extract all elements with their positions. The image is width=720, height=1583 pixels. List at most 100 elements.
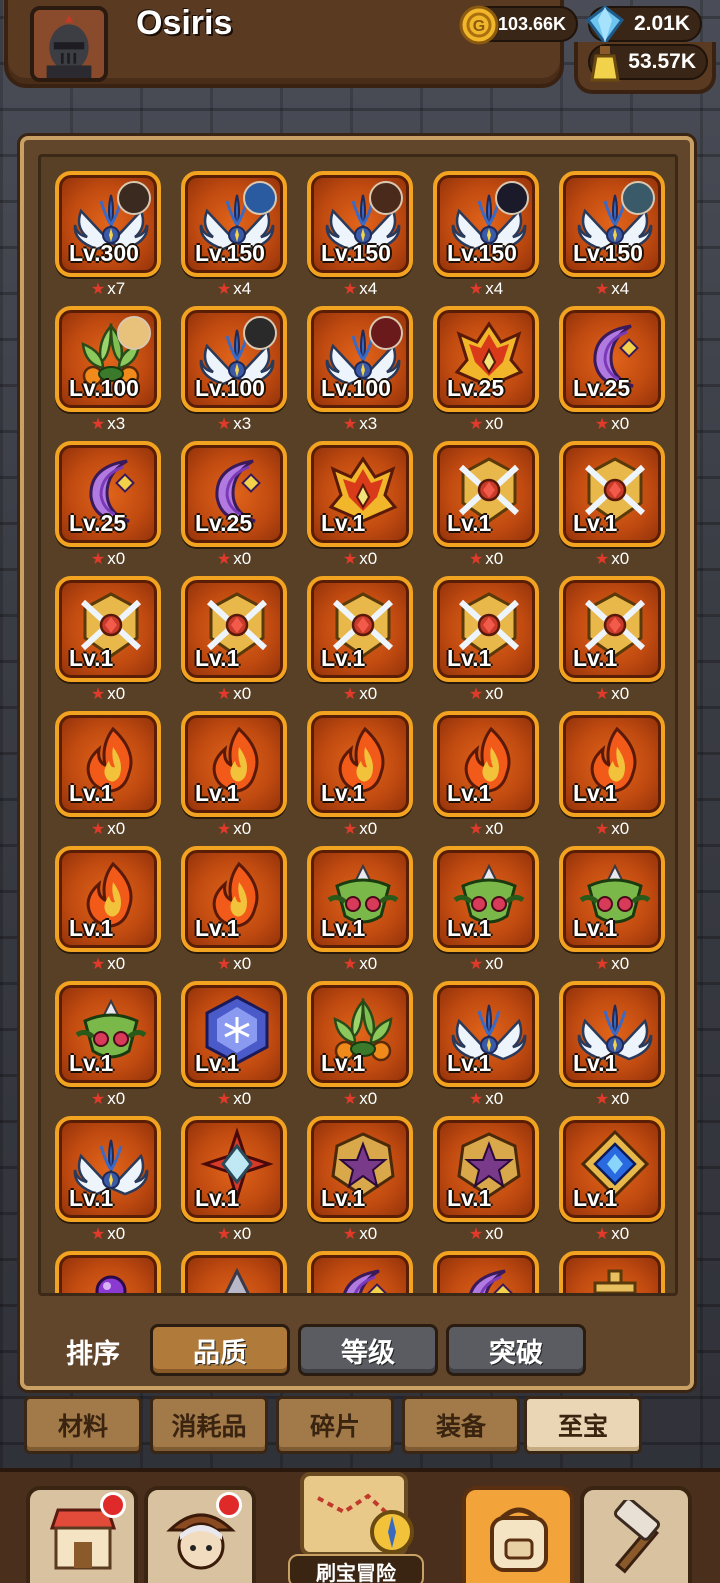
treasure-tile[interactable]: Lv.25 (433, 306, 539, 412)
treasure-tile[interactable]: Lv.1 (559, 711, 665, 817)
treasure-tile[interactable]: Lv.150 (559, 171, 665, 277)
treasure-item[interactable]: Lv.1 ★ x0 (307, 846, 413, 973)
treasure-tile[interactable]: Lv.1 (181, 1116, 287, 1222)
treasure-item[interactable]: Lv.1 ★ x0 (433, 981, 539, 1108)
nav-treasure-adventure[interactable]: 刷宝冒险 (258, 1472, 454, 1583)
treasure-item[interactable]: Lv.300 ★ x7 (55, 171, 161, 298)
treasure-item[interactable]: Lv.150 ★ x4 (433, 171, 539, 298)
treasure-tile[interactable]: Lv.1 (55, 846, 161, 952)
treasure-item[interactable]: Lv.100 ★ x3 (55, 306, 161, 433)
tab-consumables[interactable]: 消耗品 (150, 1396, 268, 1454)
treasure-item[interactable] (559, 1251, 665, 1293)
treasure-item[interactable] (181, 1251, 287, 1293)
gold-counter[interactable]: G 103.66K (459, 5, 578, 45)
tab-equipment[interactable]: 装备 (402, 1396, 520, 1454)
treasure-item[interactable]: Lv.1 ★ x0 (559, 981, 665, 1108)
treasure-tile[interactable]: Lv.1 (55, 576, 161, 682)
treasure-item[interactable]: Lv.150 ★ x4 (307, 171, 413, 298)
treasure-tile[interactable]: Lv.1 (181, 846, 287, 952)
tab-materials[interactable]: 材料 (24, 1396, 142, 1454)
treasure-item[interactable]: Lv.1 ★ x0 (433, 441, 539, 568)
treasure-item[interactable]: Lv.1 ★ x0 (559, 711, 665, 838)
treasure-item[interactable]: Lv.1 ★ x0 (559, 576, 665, 703)
treasure-tile[interactable]: Lv.1 (559, 441, 665, 547)
nav-inventory[interactable] (462, 1486, 574, 1583)
treasure-tile[interactable] (307, 1251, 413, 1293)
treasure-tile[interactable]: Lv.1 (559, 1116, 665, 1222)
treasure-item[interactable]: Lv.1 ★ x0 (181, 1116, 287, 1243)
treasure-item[interactable]: Lv.100 ★ x3 (307, 306, 413, 433)
treasure-tile[interactable]: Lv.1 (433, 981, 539, 1087)
treasure-item[interactable]: Lv.1 ★ x0 (55, 576, 161, 703)
treasure-tile[interactable]: Lv.1 (55, 711, 161, 817)
treasure-tile[interactable]: Lv.25 (181, 441, 287, 547)
treasure-item[interactable]: Lv.1 ★ x0 (181, 846, 287, 973)
treasure-tile[interactable]: Lv.1 (433, 711, 539, 817)
treasure-item[interactable]: Lv.1 ★ x0 (433, 711, 539, 838)
treasure-tile[interactable]: Lv.1 (307, 576, 413, 682)
treasure-tile[interactable] (433, 1251, 539, 1293)
treasure-item[interactable]: Lv.25 ★ x0 (181, 441, 287, 568)
treasure-item[interactable]: Lv.1 ★ x0 (307, 576, 413, 703)
treasure-item[interactable] (55, 1251, 161, 1293)
treasure-tile[interactable]: Lv.1 (181, 711, 287, 817)
treasure-item[interactable]: Lv.1 ★ x0 (559, 441, 665, 568)
gem-counter[interactable]: 2.01K (585, 5, 702, 46)
treasure-tile[interactable]: Lv.1 (55, 981, 161, 1087)
treasure-tile[interactable]: Lv.1 (433, 846, 539, 952)
treasure-item[interactable]: Lv.150 ★ x4 (181, 171, 287, 298)
treasure-tile[interactable]: Lv.25 (55, 441, 161, 547)
treasure-tile[interactable]: Lv.1 (307, 441, 413, 547)
treasure-tile[interactable]: Lv.1 (55, 1116, 161, 1222)
treasure-item[interactable]: Lv.1 ★ x0 (181, 576, 287, 703)
treasure-tile[interactable]: Lv.1 (307, 1116, 413, 1222)
treasure-item[interactable]: Lv.1 ★ x0 (55, 711, 161, 838)
treasure-tile[interactable]: Lv.1 (307, 711, 413, 817)
treasure-tile[interactable]: Lv.100 (307, 306, 413, 412)
treasure-item[interactable]: Lv.25 ★ x0 (55, 441, 161, 568)
treasure-tile[interactable]: Lv.1 (433, 441, 539, 547)
treasure-tile[interactable]: Lv.1 (307, 846, 413, 952)
sort-level-button[interactable]: 等级 (298, 1324, 438, 1376)
sort-quality-button[interactable]: 品质 (150, 1324, 290, 1376)
treasure-tile[interactable]: Lv.150 (433, 171, 539, 277)
treasure-tile[interactable]: Lv.1 (559, 846, 665, 952)
treasure-tile[interactable]: Lv.100 (55, 306, 161, 412)
tab-treasures[interactable]: 至宝 (524, 1396, 642, 1454)
treasure-tile[interactable]: Lv.1 (559, 981, 665, 1087)
treasure-tile[interactable]: Lv.150 (181, 171, 287, 277)
treasure-item[interactable]: Lv.1 ★ x0 (55, 846, 161, 973)
treasure-item[interactable]: Lv.1 ★ x0 (55, 1116, 161, 1243)
treasure-grid-container[interactable]: Lv.300 ★ x7 Lv.150 ★ x4 Lv.150 ★ x4 Lv.150 ★ x4 … (38, 154, 678, 1296)
treasure-item[interactable]: Lv.25 ★ x0 (559, 306, 665, 433)
treasure-item[interactable]: Lv.1 ★ x0 (181, 981, 287, 1108)
treasure-item[interactable] (307, 1251, 413, 1293)
treasure-tile[interactable]: Lv.1 (559, 576, 665, 682)
treasure-item[interactable] (433, 1251, 539, 1293)
treasure-item[interactable]: Lv.1 ★ x0 (307, 981, 413, 1108)
treasure-tile[interactable]: Lv.1 (181, 981, 287, 1087)
treasure-item[interactable]: Lv.1 ★ x0 (433, 576, 539, 703)
treasure-item[interactable]: Lv.1 ★ x0 (307, 441, 413, 568)
treasure-tile[interactable]: Lv.300 (55, 171, 161, 277)
treasure-item[interactable]: Lv.1 ★ x0 (181, 711, 287, 838)
treasure-tile[interactable] (181, 1251, 287, 1293)
treasure-item[interactable]: Lv.100 ★ x3 (181, 306, 287, 433)
nav-forge[interactable] (580, 1486, 692, 1583)
treasure-tile[interactable]: Lv.1 (433, 576, 539, 682)
treasure-tile[interactable]: Lv.1 (181, 576, 287, 682)
treasure-item[interactable]: Lv.1 ★ x0 (433, 1116, 539, 1243)
treasure-item[interactable]: Lv.25 ★ x0 (433, 306, 539, 433)
treasure-tile[interactable]: Lv.25 (559, 306, 665, 412)
treasure-item[interactable]: Lv.1 ★ x0 (307, 711, 413, 838)
treasure-item[interactable]: Lv.150 ★ x4 (559, 171, 665, 298)
treasure-tile[interactable] (559, 1251, 665, 1293)
treasure-tile[interactable]: Lv.1 (307, 981, 413, 1087)
treasure-item[interactable]: Lv.1 ★ x0 (559, 1116, 665, 1243)
player-avatar[interactable] (30, 6, 108, 82)
treasure-tile[interactable]: Lv.100 (181, 306, 287, 412)
treasure-item[interactable]: Lv.1 ★ x0 (307, 1116, 413, 1243)
treasure-tile[interactable] (55, 1251, 161, 1293)
treasure-tile[interactable]: Lv.1 (433, 1116, 539, 1222)
potion-counter[interactable]: 53.57K (588, 44, 708, 82)
